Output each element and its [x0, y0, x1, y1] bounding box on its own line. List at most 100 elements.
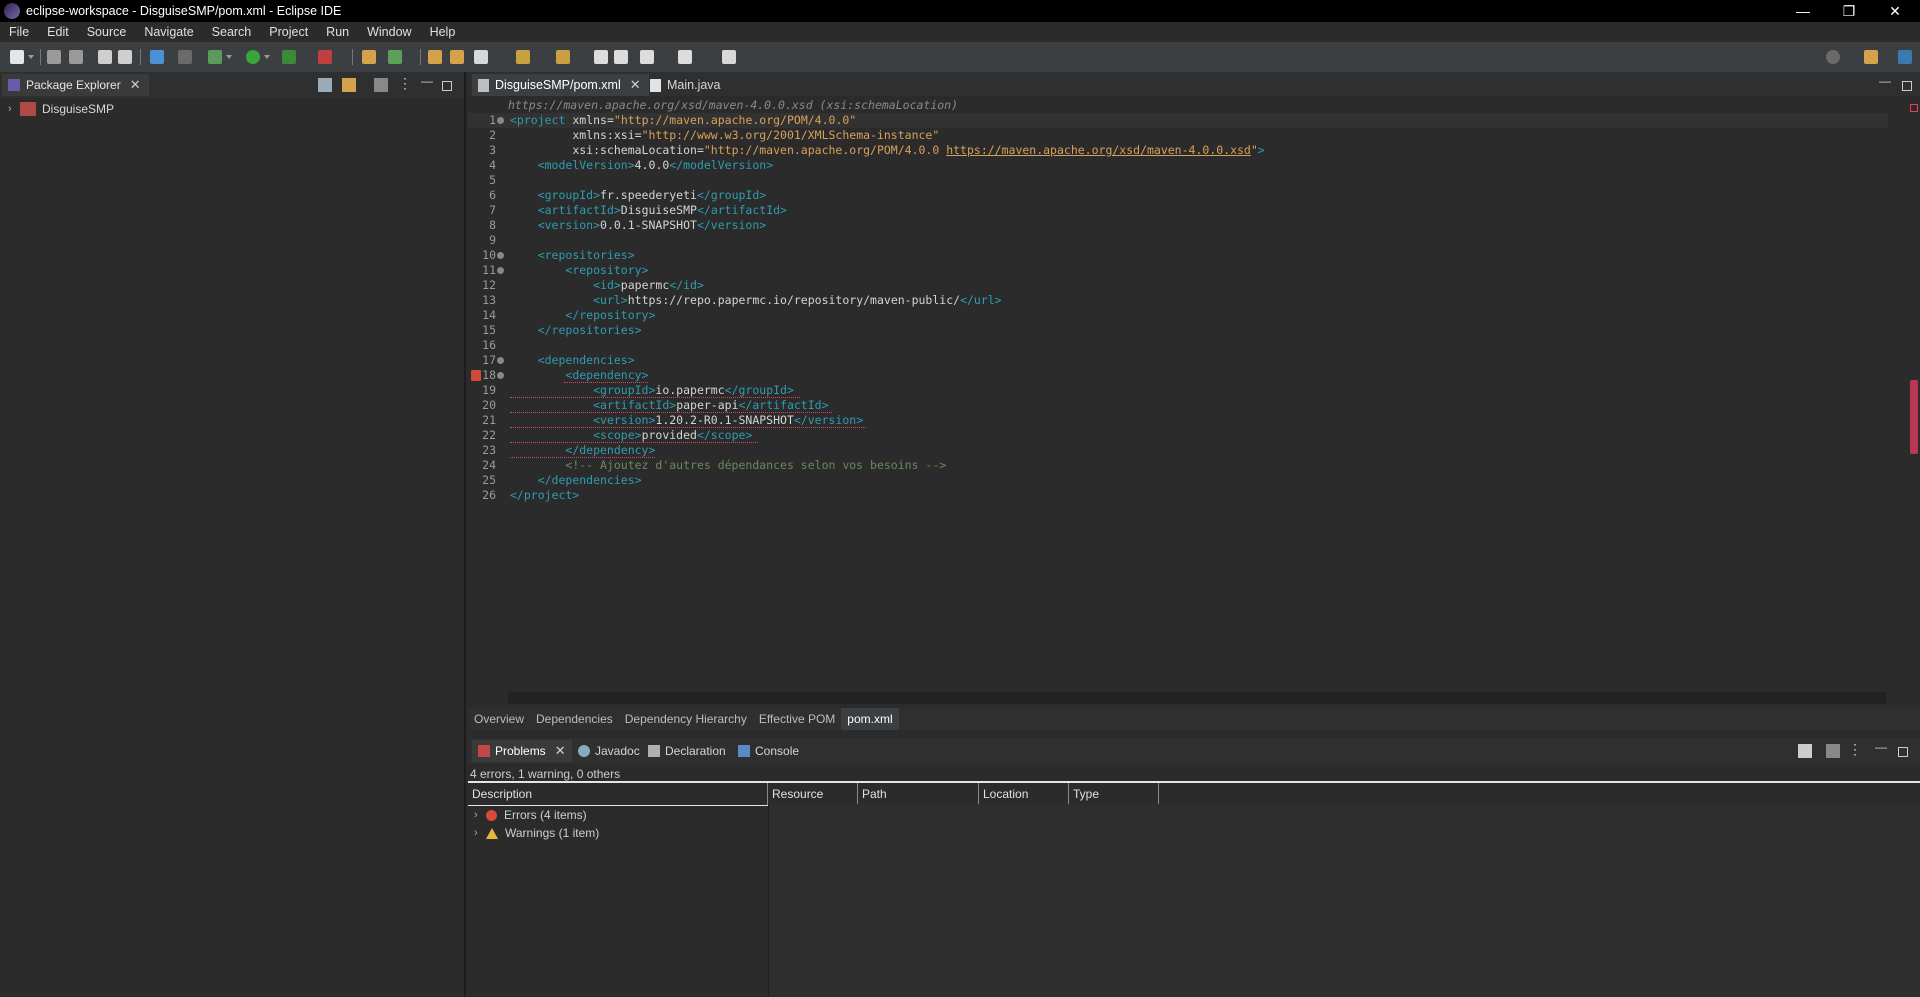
tab-console[interactable]: Console	[732, 740, 805, 762]
line-number: 13	[482, 293, 496, 307]
external-tools-icon[interactable]	[318, 50, 332, 64]
menu-source[interactable]: Source	[78, 25, 136, 39]
tab-pom-xml[interactable]: DisguiseSMP/pom.xml ✕	[472, 74, 649, 96]
pin-editor-icon[interactable]	[722, 50, 736, 64]
fold-icon[interactable]	[497, 357, 504, 364]
menu-search[interactable]: Search	[203, 25, 261, 39]
minimize-icon[interactable]: —	[1780, 0, 1826, 22]
debug-icon[interactable]	[208, 50, 222, 64]
code-line: 17 <dependencies>	[468, 353, 1888, 368]
column-resource[interactable]: Resource	[768, 783, 858, 805]
new-java-project-icon[interactable]	[362, 50, 376, 64]
maximize-editor-icon[interactable]	[1902, 81, 1912, 91]
line-number: 21	[482, 413, 496, 427]
menu-run[interactable]: Run	[317, 25, 358, 39]
next-annotation-icon[interactable]	[516, 50, 530, 64]
maximize-view-icon[interactable]	[1898, 747, 1908, 757]
scrollbar-thumb[interactable]	[1910, 380, 1918, 454]
tab-main-java[interactable]: Main.java	[644, 74, 729, 96]
menu-navigate[interactable]: Navigate	[135, 25, 202, 39]
coverage-icon[interactable]	[282, 50, 296, 64]
view-menu-icon[interactable]: ⋮	[398, 76, 412, 92]
forward-icon[interactable]	[678, 50, 692, 64]
maximize-view-icon[interactable]	[442, 81, 452, 91]
tree-item-project[interactable]: › DisguiseSMP	[8, 100, 114, 118]
tab-declaration[interactable]: Declaration	[642, 740, 732, 762]
back-history-icon[interactable]	[614, 50, 628, 64]
open-type-icon[interactable]	[428, 50, 442, 64]
chevron-right-icon[interactable]: ›	[474, 809, 486, 821]
warning-icon	[486, 827, 498, 839]
restore-icon[interactable]: ❐	[1826, 0, 1872, 22]
filter-icon[interactable]	[1798, 744, 1812, 758]
fold-icon[interactable]	[497, 267, 504, 274]
column-type[interactable]: Type	[1069, 783, 1159, 805]
tab-pom-xml-source[interactable]: pom.xml	[841, 708, 899, 730]
link-with-editor-icon[interactable]	[342, 78, 356, 92]
collapse-all-icon[interactable]	[318, 78, 332, 92]
undo-icon[interactable]	[98, 50, 112, 64]
chevron-right-icon[interactable]: ›	[474, 827, 486, 839]
skip-breakpoints-icon[interactable]	[178, 50, 192, 64]
fold-icon[interactable]	[497, 372, 504, 379]
vertical-scrollbar[interactable]	[1908, 96, 1920, 672]
run-icon[interactable]	[246, 50, 260, 64]
tab-label: DisguiseSMP/pom.xml	[495, 78, 621, 92]
menu-window[interactable]: Window	[358, 25, 420, 39]
previous-annotation-icon[interactable]	[556, 50, 570, 64]
problems-row-errors[interactable]: › Errors (4 items)	[474, 806, 587, 824]
java-perspective-icon[interactable]	[1898, 50, 1912, 64]
code-line: 12 <id>papermc</id>	[468, 278, 1888, 293]
horizontal-scrollbar[interactable]	[508, 692, 1886, 704]
menu-file[interactable]: File	[0, 25, 38, 39]
new-dropdown-icon[interactable]	[28, 55, 34, 59]
code-line: 10 <repositories>	[468, 248, 1888, 263]
close-window-icon[interactable]: ✕	[1872, 0, 1918, 22]
fold-icon[interactable]	[497, 117, 504, 124]
focus-icon[interactable]	[1826, 744, 1840, 758]
tab-dependency-hierarchy[interactable]: Dependency Hierarchy	[619, 708, 753, 730]
tab-effective-pom[interactable]: Effective POM	[753, 708, 841, 730]
minimize-editor-icon[interactable]: —	[1878, 75, 1892, 92]
open-console-icon[interactable]	[150, 50, 164, 64]
last-edit-icon[interactable]	[594, 50, 608, 64]
problems-row-warnings[interactable]: › Warnings (1 item)	[474, 824, 599, 842]
column-path[interactable]: Path	[858, 783, 979, 805]
column-location[interactable]: Location	[979, 783, 1069, 805]
search-icon[interactable]	[1826, 50, 1840, 64]
run-dropdown-icon[interactable]	[264, 55, 270, 59]
close-icon[interactable]: ✕	[630, 77, 641, 93]
menu-project[interactable]: Project	[260, 25, 317, 39]
chevron-right-icon[interactable]: ›	[8, 103, 20, 115]
code-text: <!-- Ajoutez d'autres dépendances selon …	[565, 458, 947, 472]
search-tool-icon[interactable]	[474, 50, 488, 64]
tab-overview[interactable]: Overview	[468, 708, 530, 730]
column-description[interactable]: Description	[468, 783, 768, 805]
view-menu-icon[interactable]: ⋮	[1848, 742, 1862, 758]
fold-icon[interactable]	[497, 252, 504, 259]
declaration-icon	[648, 745, 660, 757]
tab-problems[interactable]: Problems ✕	[472, 740, 572, 762]
open-perspective-icon[interactable]	[1864, 50, 1878, 64]
minimize-view-icon[interactable]: —	[1874, 741, 1888, 758]
tab-package-explorer[interactable]: Package Explorer ✕	[2, 74, 149, 96]
save-icon[interactable]	[47, 50, 61, 64]
new-class-icon[interactable]	[388, 50, 402, 64]
minimize-view-icon[interactable]: —	[420, 75, 434, 92]
code-area[interactable]: 1 <project xmlns="http://maven.apache.or…	[468, 113, 1888, 673]
menu-edit[interactable]: Edit	[38, 25, 78, 39]
close-icon[interactable]: ✕	[130, 77, 141, 93]
back-icon[interactable]	[640, 50, 654, 64]
new-icon[interactable]	[10, 50, 24, 64]
redo-icon[interactable]	[118, 50, 132, 64]
debug-dropdown-icon[interactable]	[226, 55, 232, 59]
overview-error-icon[interactable]	[1910, 104, 1918, 112]
tab-javadoc[interactable]: Javadoc	[572, 740, 646, 762]
menu-help[interactable]: Help	[421, 25, 465, 39]
editor-area: DisguiseSMP/pom.xml ✕ Main.java — https:…	[468, 72, 1920, 732]
save-all-icon[interactable]	[69, 50, 83, 64]
tab-dependencies[interactable]: Dependencies	[530, 708, 619, 730]
open-task-icon[interactable]	[450, 50, 464, 64]
filters-icon[interactable]	[374, 78, 388, 92]
close-icon[interactable]: ✕	[555, 743, 566, 759]
